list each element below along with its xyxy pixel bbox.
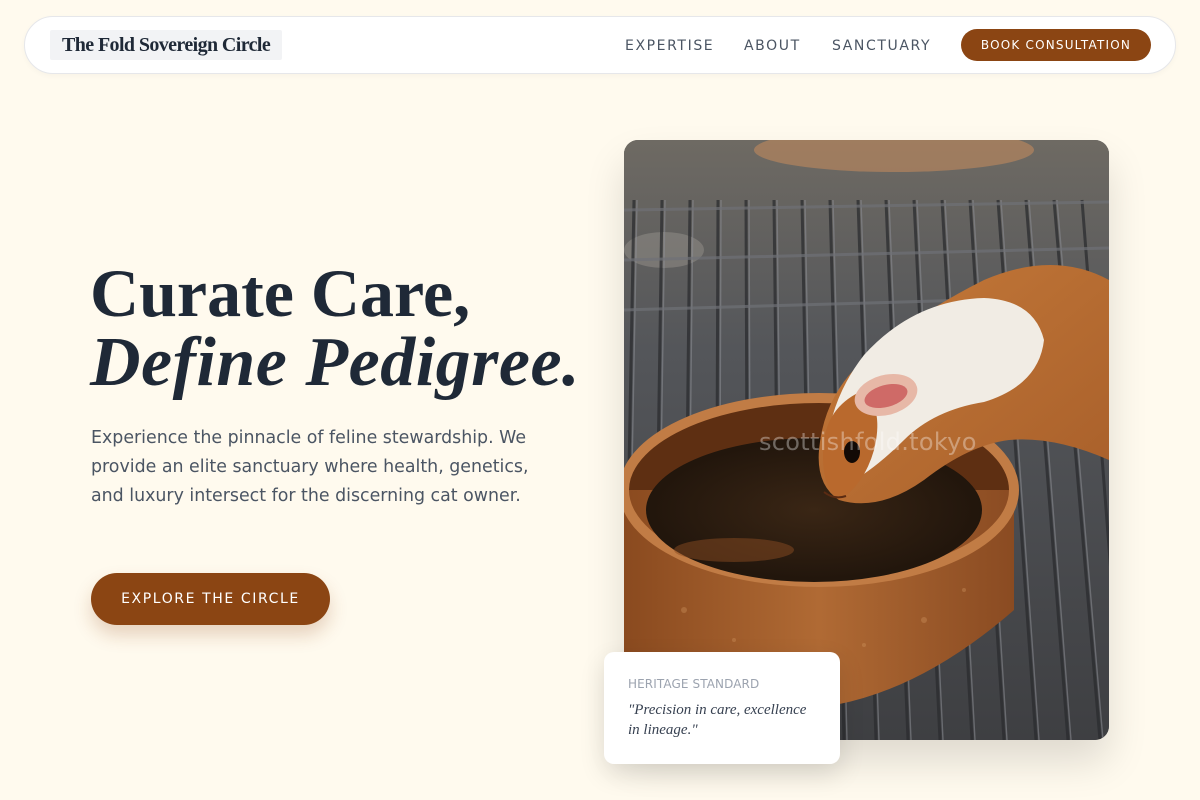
top-navigation: The Fold Sovereign Circle EXPERTISE ABOU… <box>24 16 1176 74</box>
quote-label: HERITAGE STANDARD <box>628 677 760 691</box>
nav-link-sanctuary[interactable]: SANCTUARY <box>832 37 931 55</box>
hero-title: Curate Care, Define Pedigree. <box>90 258 580 398</box>
image-watermark: scottishfold.tokyo <box>759 428 977 456</box>
explore-the-circle-button[interactable]: EXPLORE THE CIRCLE <box>91 573 330 625</box>
quote-text: "Precision in care, excellence in lineag… <box>628 702 807 738</box>
hero-title-line2: Define Pedigree. <box>90 324 581 401</box>
heritage-quote-card: HERITAGE STANDARD "Precision in care, ex… <box>604 652 840 764</box>
book-consultation-button[interactable]: BOOK CONSULTATION <box>961 29 1151 61</box>
hero-description: Experience the pinnacle of feline stewar… <box>91 428 529 506</box>
hero-title-line1: Curate Care, <box>90 255 471 331</box>
nav-link-expertise[interactable]: EXPERTISE <box>625 37 714 55</box>
hero-image: scottishfold.tokyo <box>624 140 1109 740</box>
nav-link-about[interactable]: ABOUT <box>744 37 801 55</box>
